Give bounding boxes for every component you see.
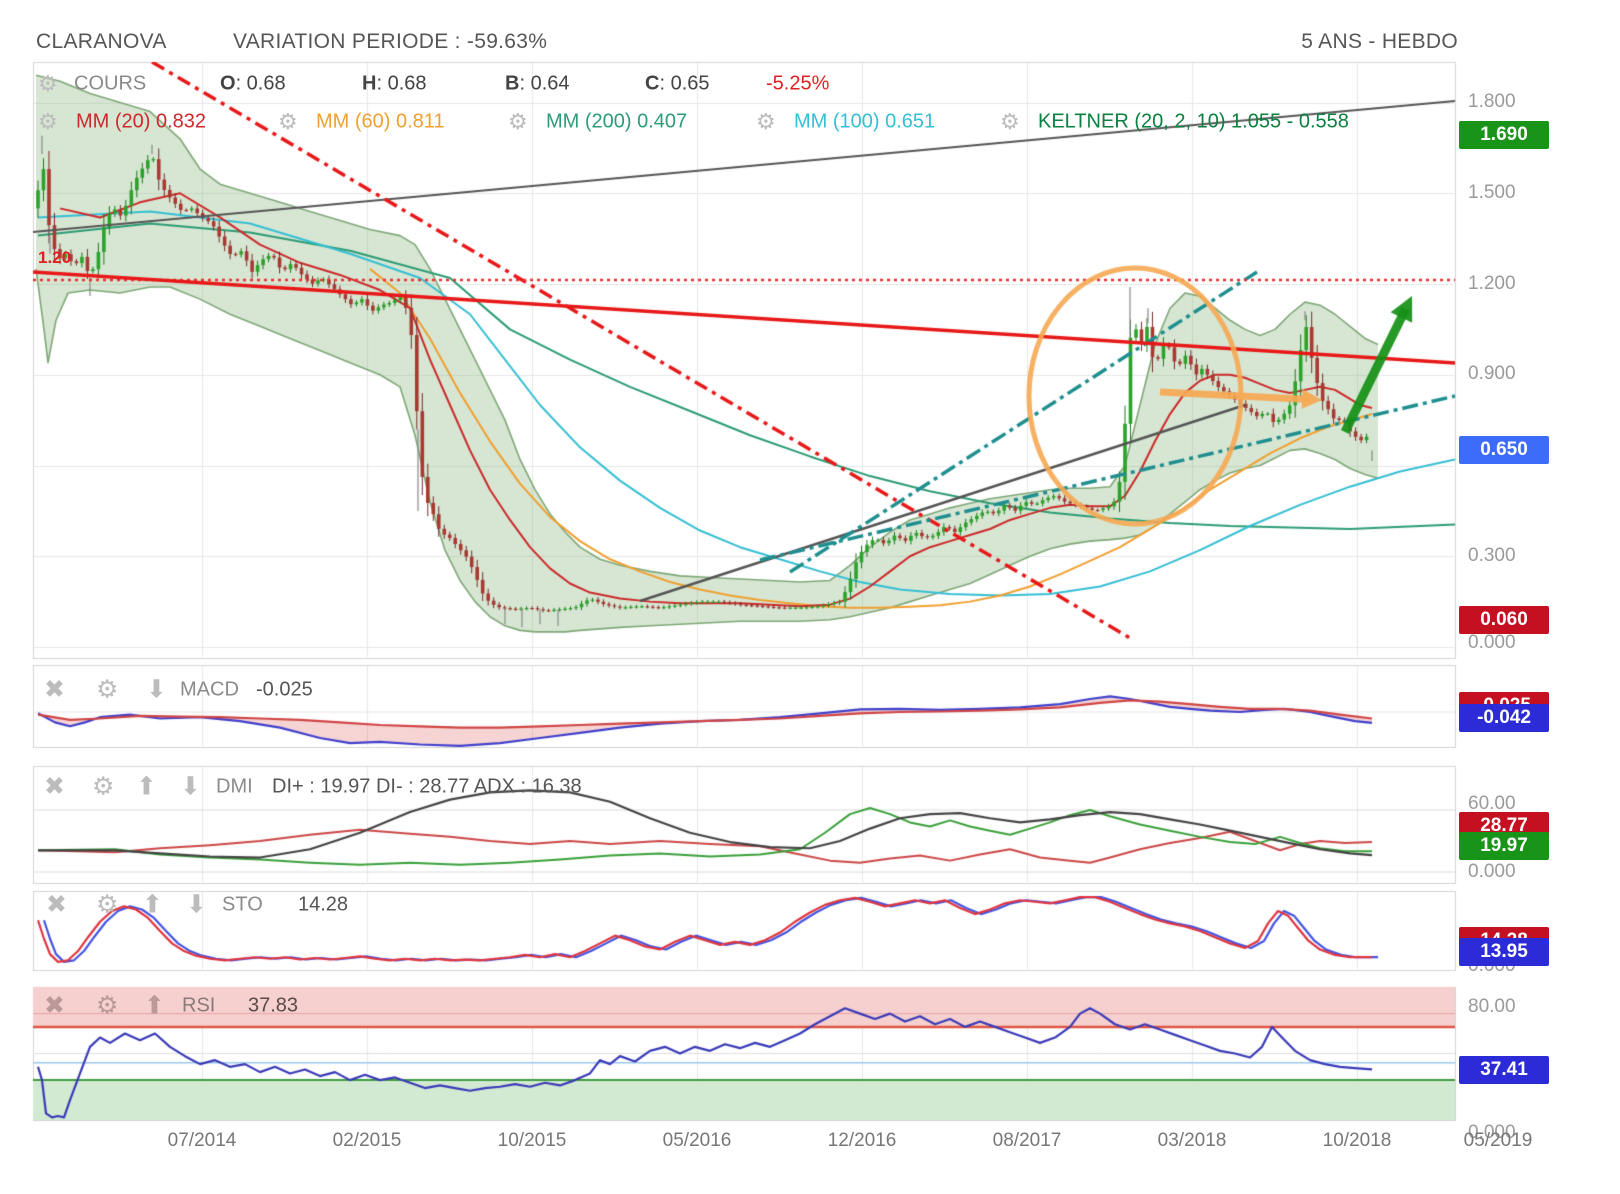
move-up-icon[interactable]: ⬆ [136, 774, 157, 800]
timeframe-label[interactable]: 5 ANS - HEBDO [1301, 30, 1458, 54]
axis-price-label: 1.500 [1468, 182, 1516, 203]
alert-level-badge: 1.690 [1459, 121, 1549, 149]
close-icon[interactable]: ✖ [44, 993, 65, 1019]
low-level-badge: 0.060 [1459, 606, 1549, 634]
move-up-icon[interactable]: ⬆ [144, 993, 165, 1019]
instrument-name: CLARANOVA [36, 30, 167, 53]
axis-price-label: 1.800 [1468, 91, 1516, 112]
x-axis-label: 12/2016 [827, 1130, 897, 1151]
keltner-legend: KELTNER (20, 2, 10) 1.055 - 0.558 [1038, 110, 1349, 133]
axis-price-label: 0.000 [1468, 632, 1516, 653]
axis-price-label: 0.300 [1468, 545, 1516, 566]
dmi-title: DMI [216, 775, 253, 798]
close-icon[interactable]: ✖ [44, 774, 65, 800]
axis-price-label: 0.900 [1468, 363, 1516, 384]
dmi-values: DI+ : 19.97 DI- : 28.77 ADX : 16.38 [272, 775, 582, 798]
rsi-value: 37.83 [248, 994, 299, 1017]
period-variation: VARIATION PERIODE : -59.63% [233, 30, 548, 53]
close-icon[interactable]: ✖ [44, 677, 65, 703]
gear-icon[interactable]: ⚙ [96, 892, 118, 918]
gear-icon[interactable]: ⚙ [508, 111, 528, 133]
open-label: O [220, 72, 236, 95]
move-down-icon[interactable]: ⬇ [186, 892, 207, 918]
x-axis-label: 10/2018 [1322, 1130, 1392, 1151]
series-title: COURS [74, 72, 147, 95]
mm100-legend: MM (100) 0.651 [794, 110, 936, 133]
price-level-label: 1.20 [38, 248, 72, 267]
mm60-legend: MM (60) 0.811 [316, 110, 445, 133]
x-axis-label: 10/2015 [497, 1130, 567, 1151]
x-axis-label: 05/2019 [1463, 1130, 1533, 1151]
mm20-legend: MM (20) 0.832 [76, 110, 207, 133]
macd-badge: -0.042 [1459, 704, 1549, 732]
gear-icon[interactable]: ⚙ [38, 111, 58, 133]
low-label: B [505, 72, 520, 95]
x-axis-label: 05/2016 [662, 1130, 732, 1151]
gear-icon[interactable]: ⚙ [1000, 111, 1020, 133]
sto-value: 14.28 [298, 893, 349, 916]
close-icon[interactable]: ✖ [46, 892, 67, 918]
open-value: O: 0.68 [220, 72, 286, 95]
dmi-di-plus-badge: 19.97 [1459, 832, 1549, 860]
macd-value: -0.025 [256, 678, 313, 701]
x-axis-label: 02/2015 [332, 1130, 402, 1151]
gear-icon[interactable]: ⚙ [96, 993, 118, 1019]
move-down-icon[interactable]: ⬇ [146, 677, 167, 703]
gear-icon[interactable]: ⚙ [278, 111, 298, 133]
gear-icon[interactable]: ⚙ [756, 111, 776, 133]
rsi-title: RSI [182, 994, 216, 1017]
high-value: H: 0.68 [362, 72, 427, 95]
macd-title: MACD [180, 678, 239, 701]
move-down-icon[interactable]: ⬇ [180, 774, 201, 800]
last-price-badge: 0.650 [1459, 436, 1549, 464]
mm200-legend: MM (200) 0.407 [546, 110, 688, 133]
high-label: H [362, 72, 377, 95]
sto-badge: 13.95 [1459, 938, 1549, 966]
gear-icon[interactable]: ⚙ [96, 677, 118, 703]
axis-price-label: 1.200 [1468, 273, 1516, 294]
close-value: C: 0.65 [645, 72, 710, 95]
change-percent: -5.25% [766, 72, 830, 95]
x-axis-label: 08/2017 [992, 1130, 1062, 1151]
price-chart-canvas[interactable] [0, 0, 1620, 1194]
chart-application: CLARANOVA VARIATION PERIODE : -59.63% 5 … [0, 0, 1620, 1194]
close-label: C [645, 72, 660, 95]
x-axis-label: 03/2018 [1157, 1130, 1227, 1151]
low-value: B: 0.64 [505, 72, 570, 95]
rsi-axis-top: 80.00 [1468, 996, 1516, 1017]
dmi-axis-bottom: 0.000 [1468, 861, 1516, 882]
gear-icon[interactable]: ⚙ [92, 774, 114, 800]
sto-title: STO [222, 893, 263, 916]
rsi-badge: 37.41 [1459, 1056, 1549, 1084]
gear-icon[interactable]: ⚙ [38, 73, 58, 95]
move-up-icon[interactable]: ⬆ [142, 892, 163, 918]
x-axis-label: 07/2014 [167, 1130, 237, 1151]
